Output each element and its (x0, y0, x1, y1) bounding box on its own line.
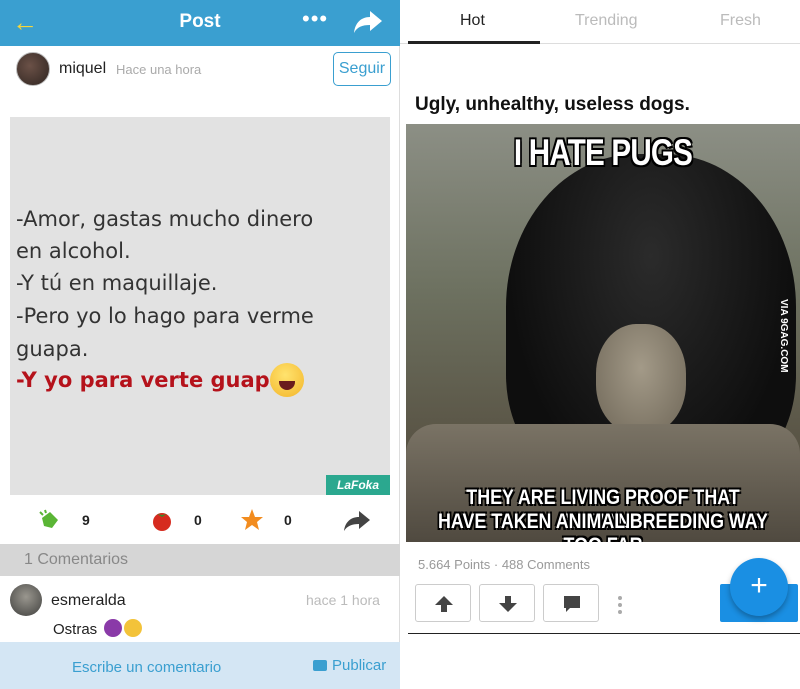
meme-line: -Amor, gastas mucho dinero (16, 207, 314, 231)
downvote-button[interactable] (479, 584, 535, 622)
active-tab-indicator (408, 41, 540, 44)
reaction-count: 9 (82, 512, 90, 528)
top-app-bar: ← Post ••• (0, 0, 400, 46)
post-image[interactable]: -Amor, gastas mucho dinero en alcohol. -… (10, 117, 390, 495)
post-stats[interactable]: 5.664 Points · 488 Comments (418, 557, 590, 572)
meme-bottom-text: HAVE TAKEN ANIMAL BREEDING WAY TOO FAR (438, 510, 768, 542)
post-time: Hace una hora (116, 62, 202, 77)
share-icon[interactable] (342, 510, 372, 532)
comment-text: Ostras (53, 621, 98, 638)
comment-input[interactable]: Escribe un comentario (72, 659, 221, 676)
reaction-clap[interactable]: 9 (38, 508, 108, 534)
tab-trending[interactable]: Trending (575, 12, 638, 30)
bear-snout-shape (596, 324, 686, 434)
post-author: miquel Hace una hora (16, 52, 386, 88)
meme-line: en alcohol. (16, 239, 131, 263)
add-post-button[interactable]: + (730, 558, 788, 616)
publish-button[interactable]: Publicar (313, 657, 386, 674)
more-options-icon[interactable] (618, 596, 622, 614)
reaction-star[interactable]: 0 (240, 508, 310, 534)
star-icon (241, 509, 263, 530)
reaction-tomato[interactable]: 0 (150, 508, 220, 534)
arrow-down-icon (499, 596, 517, 612)
reaction-count: 0 (284, 512, 292, 528)
comment-bubble-icon (564, 596, 580, 612)
tab-fresh[interactable]: Fresh (720, 12, 761, 30)
comments-header: 1 Comentarios (0, 544, 400, 576)
reaction-count: 0 (194, 512, 202, 528)
reaction-bar: 9 0 0 (0, 500, 400, 542)
more-dots-icon[interactable]: ••• (302, 6, 328, 32)
meme-line: -Pero yo lo hago para verme (16, 304, 314, 328)
author-name[interactable]: miquel (59, 60, 106, 78)
avatar[interactable] (16, 52, 50, 86)
upvote-button[interactable] (415, 584, 471, 622)
comment-composer: Escribe un comentario Publicar (0, 642, 400, 689)
feed-panel: Hot Trending Fresh Ugly, unhealthy, usel… (400, 0, 800, 689)
clapping-hands-icon (39, 509, 58, 528)
meme-line: guapa. (16, 337, 89, 361)
publish-label: Publicar (332, 657, 387, 674)
meme-punchline: -Y yo para verte guapa (16, 368, 284, 392)
feed-tabs: Hot Trending Fresh (400, 0, 800, 44)
tab-hot[interactable]: Hot (460, 12, 485, 30)
divider (408, 633, 800, 634)
watermark-logo: LaFoka (326, 475, 390, 495)
meme-line: -Y tú en maquillaje. (16, 271, 218, 295)
comment-button[interactable] (543, 584, 599, 622)
comment-bubble-icon (313, 660, 327, 671)
post-title[interactable]: Ugly, unhealthy, useless dogs. (415, 94, 690, 116)
meme-top-text: I HATE PUGS (513, 132, 693, 173)
woman-gesture-emoji-icon (104, 619, 122, 637)
page-title: Post (179, 11, 221, 32)
share-icon[interactable] (352, 9, 384, 35)
avatar[interactable] (10, 584, 42, 616)
list-item: esmeralda hace 1 hora Ostras (0, 578, 400, 642)
post-panel: ← Post ••• miquel Hace una hora Seguir -… (0, 0, 400, 689)
arrow-up-icon (435, 596, 453, 612)
watermark: VIA 9GAG.COM (778, 299, 789, 373)
post-image[interactable]: I HATE PUGS THEY ARE LIVING PROOF THAT H… (406, 124, 800, 542)
follow-button[interactable]: Seguir (333, 52, 391, 86)
tomato-icon (153, 513, 171, 531)
comment-time: hace 1 hora (306, 592, 380, 608)
sweat-smile-emoji-icon (124, 619, 142, 637)
comment-user[interactable]: esmeralda (51, 592, 126, 610)
laughing-emoji-icon (270, 363, 304, 397)
